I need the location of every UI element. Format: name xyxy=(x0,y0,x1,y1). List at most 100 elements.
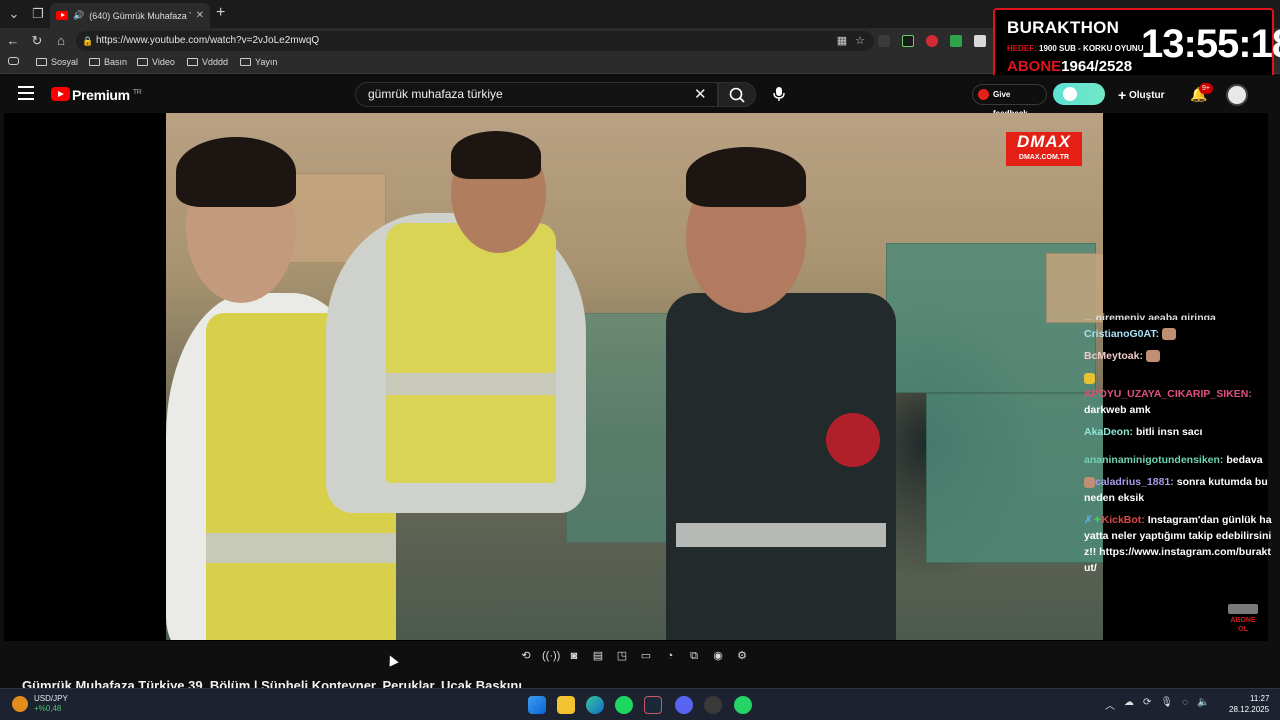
miniplayer-icon[interactable]: ◳ xyxy=(614,648,630,664)
youtube-premium-logo[interactable]: Premium TR xyxy=(72,87,142,103)
folder-icon xyxy=(240,58,251,66)
workspaces-icon[interactable]: ❐ xyxy=(28,4,48,24)
emote-icon xyxy=(1145,350,1160,363)
settings-gear-icon[interactable]: ⚙ xyxy=(734,648,750,664)
chat-message: ... giremeniy aeaba giringa xyxy=(1084,312,1216,320)
search-button[interactable] xyxy=(718,82,756,107)
reload-icon[interactable]: ↻ xyxy=(27,31,47,51)
edge-browser-icon[interactable] xyxy=(586,696,604,714)
chevron-up-icon[interactable]: ︿ xyxy=(1105,697,1115,712)
watch-later-icon[interactable]: ◙ xyxy=(566,648,582,664)
hamburger-menu-icon[interactable] xyxy=(18,86,34,100)
bookmark-label: Yayın xyxy=(255,57,278,67)
video-frame[interactable] xyxy=(166,113,1103,640)
taskbar-time[interactable]: 11:27 xyxy=(1250,694,1269,703)
new-tab-button[interactable]: + xyxy=(216,4,225,22)
chat-message: caladrius_1881: sonra kutumda bu neden e… xyxy=(1084,476,1268,504)
goal-line: HEDEF: 1900 SUB - KORKU OYUNU xyxy=(1007,44,1144,53)
steam-icon[interactable] xyxy=(644,696,662,714)
chat-message: APOYU_UZAYA_CIKARIP_SIKEN: darkweb amk xyxy=(1084,370,1274,418)
tab-youtube[interactable]: 🔊 (640) Gümrük Muhafaza Türkiye ✕ xyxy=(50,3,210,28)
badge-icon xyxy=(1084,372,1095,384)
plus-icon: + xyxy=(1118,87,1127,103)
chat-message: CristianoG0AT: xyxy=(1084,326,1274,342)
extension-icon[interactable] xyxy=(926,35,938,47)
notification-count-badge: 9+ xyxy=(1199,83,1213,94)
volume-icon[interactable]: 🔈 xyxy=(1197,697,1209,712)
account-avatar[interactable] xyxy=(1226,84,1248,106)
extension-icon[interactable] xyxy=(974,35,986,47)
player-extension-toolbar: ⟲ ((·)) ◙ ▤ ◳ ▭ ◔ ⧉ ◉ ⚙ xyxy=(518,648,750,668)
microphone-icon[interactable]: 🎙 xyxy=(1160,697,1173,712)
voice-search-icon[interactable] xyxy=(772,86,786,105)
clip-icon[interactable]: ▤ xyxy=(590,648,606,664)
app-icon[interactable] xyxy=(704,696,722,714)
mouse-cursor-icon xyxy=(385,653,399,667)
cloud-icon[interactable]: ☁ xyxy=(1124,697,1134,712)
bookmark-folder[interactable]: Video xyxy=(137,57,175,67)
file-explorer-icon[interactable] xyxy=(557,696,575,714)
youtube-logo-icon[interactable] xyxy=(51,87,70,101)
bookmark-label: Sosyal xyxy=(51,57,79,67)
reading-list-icon[interactable] xyxy=(8,57,19,65)
lock-icon: 🔒 xyxy=(82,36,94,46)
create-button[interactable]: + Oluştur xyxy=(1118,87,1165,103)
windows-taskbar: USD/JPY +%0,48 ︿ ☁ ⟳ 🎙 ◌ 🔈 11:27 28.12.2… xyxy=(0,688,1280,720)
bookmark-folder[interactable]: Sosyal xyxy=(36,57,78,67)
taskbar-date[interactable]: 28.12.2025 xyxy=(1229,705,1269,714)
dmax-logo: DMAX DMAX.COM.TR xyxy=(1006,132,1082,166)
video-title: Gümrük Muhafaza Türkiye 39. Bölüm | Şüph… xyxy=(22,678,522,688)
discord-icon[interactable] xyxy=(675,696,693,714)
bookmark-label: Basın xyxy=(104,57,128,67)
sync-icon[interactable]: ⟳ xyxy=(1143,697,1151,712)
extension-icon[interactable] xyxy=(878,35,890,47)
tab-close-icon[interactable]: ✕ xyxy=(196,10,204,21)
loop-icon[interactable]: ⟲ xyxy=(518,648,534,664)
streamer-name: BURAKTHON xyxy=(1007,18,1120,37)
network-icon[interactable]: ◌ xyxy=(1182,697,1188,712)
extension-icon[interactable] xyxy=(950,35,962,47)
address-field[interactable]: 🔒 https://www.youtube.com/watch?v=2vJoLe… xyxy=(76,31,874,51)
bookmark-folder[interactable]: Vdddd xyxy=(187,57,228,67)
whatsapp-icon[interactable] xyxy=(734,696,752,714)
theater-icon[interactable]: ▭ xyxy=(638,648,654,664)
cast-icon[interactable]: ((·)) xyxy=(542,648,560,664)
ticker-alert-icon xyxy=(12,696,28,712)
folder-icon xyxy=(89,58,100,66)
extension-toggle-button[interactable] xyxy=(1053,83,1105,105)
extension-icon[interactable] xyxy=(902,35,914,47)
speaker-icon[interactable]: 🔊 xyxy=(73,10,84,21)
emote-icon xyxy=(1162,328,1176,341)
folder-icon xyxy=(137,58,148,66)
favorite-star-icon[interactable]: ☆ xyxy=(850,31,870,51)
avatar-icon xyxy=(1084,476,1095,488)
youtube-favicon-icon xyxy=(56,11,68,20)
reader-view-icon[interactable]: ▦ xyxy=(832,31,852,51)
back-icon[interactable]: ← xyxy=(3,31,23,51)
bookmark-folder[interactable]: Yayın xyxy=(240,57,277,67)
stream-timer: 13:55:18 xyxy=(1141,22,1280,66)
system-tray: ︿ ☁ ⟳ 🎙 ◌ 🔈 xyxy=(1105,697,1210,712)
give-feedback-button[interactable]: Give feedback xyxy=(972,84,1047,118)
bookmark-folder[interactable]: Basın xyxy=(89,57,127,67)
home-icon[interactable]: ⌂ xyxy=(51,31,71,51)
youtube-header: Premium TR gümrük muhafaza türkiye ✕ Give… xyxy=(0,75,1280,118)
screenshot-icon[interactable]: ◉ xyxy=(710,648,726,664)
folder-icon xyxy=(36,58,47,66)
clear-search-icon[interactable]: ✕ xyxy=(694,85,707,103)
start-windows-icon[interactable] xyxy=(528,696,546,714)
bot-badge-icon: ✗ xyxy=(1084,514,1093,526)
search-icon xyxy=(729,87,745,103)
stock-widget[interactable]: USD/JPY +%0,48 xyxy=(12,694,68,714)
bookmark-label: Vdddd xyxy=(202,57,229,67)
search-input[interactable]: gümrük muhafaza türkiye xyxy=(355,82,718,107)
stream-overlay-widget: BURAKTHON HEDEF: 1900 SUB - KORKU OYUNU … xyxy=(993,8,1280,84)
spotify-icon[interactable] xyxy=(615,696,633,714)
chat-message: BcMeytoak: xyxy=(1084,348,1274,364)
speed-icon[interactable]: ◔ xyxy=(662,648,678,664)
chat-message: ✗✦KickBot: Instagram'dan günlük hayatta … xyxy=(1084,514,1272,574)
feedback-icon xyxy=(978,89,989,100)
tab-list-icon[interactable]: ⌄ xyxy=(4,4,24,24)
picture-in-picture-icon[interactable]: ⧉ xyxy=(686,648,702,664)
url-text: https://www.youtube.com/watch?v=2vJoLe2m… xyxy=(96,35,320,46)
